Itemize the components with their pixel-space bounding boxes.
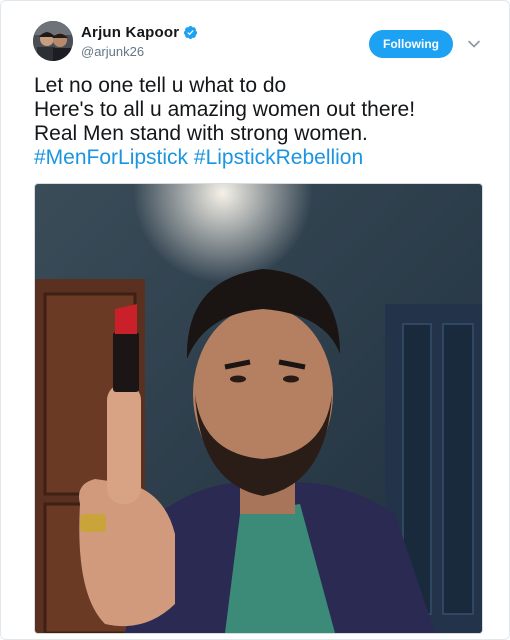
tweet-line: Here's to all u amazing women out there! bbox=[34, 98, 416, 121]
verified-badge-icon bbox=[184, 25, 198, 40]
hashtag-line: #MenForLipstick #LipstickRebellion bbox=[34, 146, 494, 170]
following-button[interactable]: Following bbox=[369, 30, 453, 58]
tweet-text: Let no one tell u what to do Here's to a… bbox=[34, 74, 494, 170]
user-handle[interactable]: @arjunk26 bbox=[81, 44, 144, 59]
tweet-line: Real Men stand with strong women. bbox=[34, 122, 368, 145]
tweet-card: Arjun Kapoor @arjunk26 Following Let no … bbox=[0, 0, 510, 640]
display-name[interactable]: Arjun Kapoor bbox=[81, 24, 179, 41]
avatar[interactable] bbox=[33, 21, 73, 61]
hashtag-link[interactable]: #LipstickRebellion bbox=[194, 146, 363, 169]
tweet-line: Let no one tell u what to do bbox=[34, 74, 287, 97]
author-name-row[interactable]: Arjun Kapoor bbox=[81, 24, 198, 41]
tweet-photo[interactable] bbox=[34, 183, 483, 634]
chevron-down-icon[interactable] bbox=[467, 37, 481, 51]
hashtag-link[interactable]: #MenForLipstick bbox=[34, 146, 188, 169]
